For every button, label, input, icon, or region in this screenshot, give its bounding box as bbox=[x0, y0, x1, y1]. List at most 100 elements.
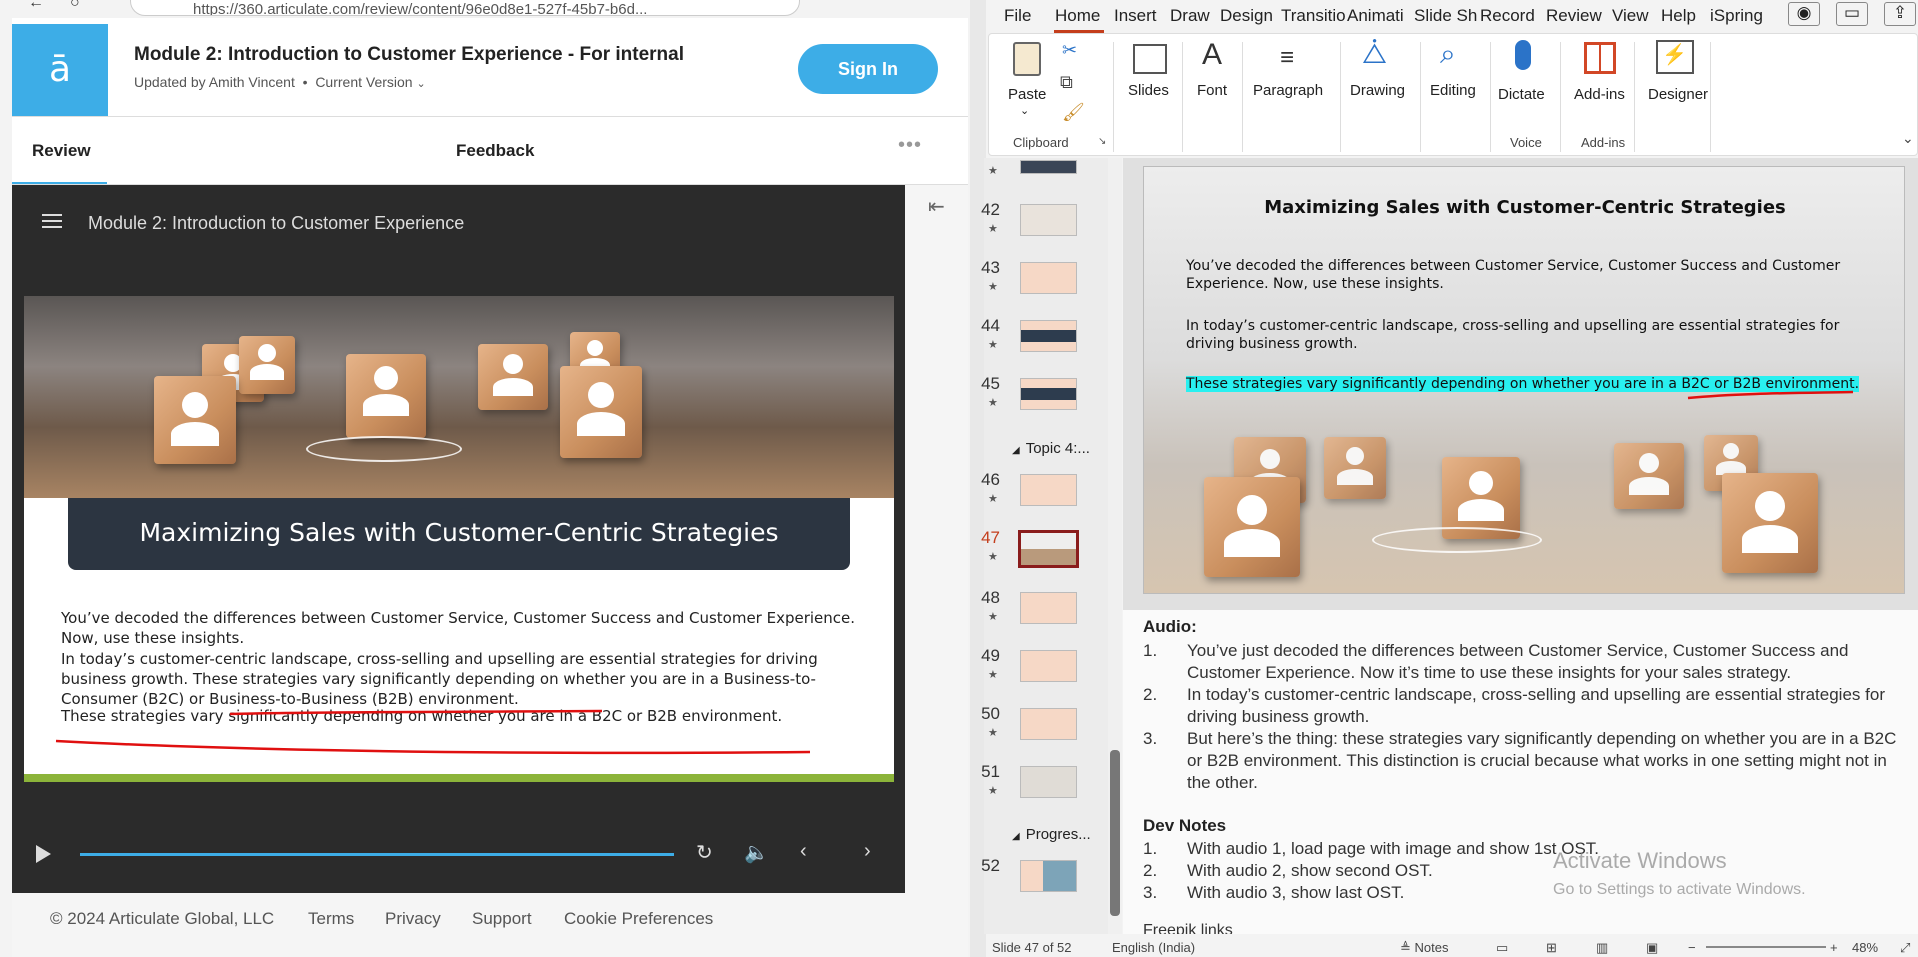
slide-thumbnail-52[interactable] bbox=[1020, 860, 1077, 892]
scrollbar-thumb[interactable] bbox=[1110, 750, 1120, 916]
microphone-icon[interactable] bbox=[1515, 40, 1531, 70]
menu-file[interactable]: File bbox=[1004, 6, 1031, 26]
menu-record[interactable]: Record bbox=[1480, 6, 1535, 26]
volume-icon[interactable]: 🔈 bbox=[744, 840, 769, 865]
slide-paragraph-1: You’ve decoded the differences between C… bbox=[61, 609, 856, 647]
menu-slide-show[interactable]: Slide Sh bbox=[1414, 6, 1477, 26]
editing-button[interactable]: Editing bbox=[1430, 82, 1476, 99]
reading-view-icon[interactable]: ▥ bbox=[1596, 940, 1608, 956]
slide-thumbnail-44[interactable] bbox=[1020, 320, 1077, 352]
more-menu-icon[interactable]: ••• bbox=[898, 134, 922, 157]
chevron-down-icon[interactable]: ⌄ bbox=[1020, 104, 1029, 117]
tab-review[interactable]: Review bbox=[32, 141, 91, 161]
collapse-ribbon-icon[interactable]: ⌄ bbox=[1902, 130, 1914, 147]
notes-toggle[interactable]: ≜ Notes bbox=[1400, 940, 1449, 956]
collapse-panel-icon[interactable]: ⇤ bbox=[928, 194, 945, 219]
slide-editor[interactable]: Maximizing Sales with Customer-Centric S… bbox=[1143, 166, 1905, 594]
collapse-section-icon[interactable]: ◢ bbox=[1012, 831, 1020, 842]
slide-thumbnail-46[interactable] bbox=[1020, 474, 1077, 506]
menu-help[interactable]: Help bbox=[1661, 6, 1696, 26]
menu-icon[interactable] bbox=[42, 214, 62, 228]
slide-title[interactable]: Maximizing Sales with Customer-Centric S… bbox=[1144, 197, 1904, 218]
dictate-button[interactable]: Dictate bbox=[1498, 86, 1545, 103]
slide-thumbnail-47[interactable] bbox=[1018, 530, 1079, 568]
font-button[interactable]: Font bbox=[1197, 82, 1227, 99]
zoom-out-icon[interactable]: − bbox=[1688, 940, 1696, 955]
refresh-icon[interactable]: ○ bbox=[70, 0, 80, 12]
drawing-button[interactable]: Drawing bbox=[1350, 82, 1405, 99]
progress-bar[interactable] bbox=[80, 853, 674, 856]
menu-view[interactable]: View bbox=[1612, 6, 1649, 26]
slide-paragraph-3[interactable]: These strategies vary significantly depe… bbox=[1186, 375, 1886, 393]
list-number: 2. bbox=[1143, 685, 1158, 704]
footer-link-cookie-preferences[interactable]: Cookie Preferences bbox=[564, 909, 713, 929]
addins-icon[interactable] bbox=[1584, 42, 1616, 74]
drawing-icon[interactable]: ⧊ bbox=[1362, 38, 1387, 71]
slide-number: 46 bbox=[981, 470, 1000, 489]
dialog-launcher-icon[interactable]: ↘ bbox=[1098, 136, 1106, 147]
play-icon[interactable] bbox=[36, 845, 51, 863]
slide-thumbnail-48[interactable] bbox=[1020, 592, 1077, 624]
menu-ispring[interactable]: iSpring bbox=[1710, 6, 1763, 26]
language[interactable]: English (India) bbox=[1112, 940, 1195, 955]
format-painter-icon[interactable]: 🖌 bbox=[1062, 102, 1085, 123]
slide-paragraph-2[interactable]: In today’s customer-centric landscape, c… bbox=[1186, 317, 1866, 353]
menu-insert[interactable]: Insert bbox=[1114, 6, 1157, 26]
slide-thumbnail-50[interactable] bbox=[1020, 708, 1077, 740]
zoom-level[interactable]: 48% bbox=[1852, 940, 1878, 955]
previous-icon[interactable]: ‹ bbox=[800, 840, 807, 863]
designer-icon[interactable]: ⚡ bbox=[1656, 40, 1694, 74]
slide-sorter-icon[interactable]: ⊞ bbox=[1546, 940, 1557, 956]
menu-design[interactable]: Design bbox=[1220, 6, 1273, 26]
addins-button[interactable]: Add-ins bbox=[1574, 86, 1625, 103]
cut-icon[interactable]: ✂ bbox=[1062, 40, 1077, 61]
menu-transitions[interactable]: Transitio bbox=[1281, 6, 1346, 26]
next-icon[interactable]: › bbox=[864, 840, 871, 863]
menu-review[interactable]: Review bbox=[1546, 6, 1602, 26]
menu-home[interactable]: Home bbox=[1055, 6, 1100, 26]
paragraph-icon[interactable]: ≡ bbox=[1280, 44, 1294, 72]
activate-windows-subtitle: Go to Settings to activate Windows. bbox=[1553, 881, 1806, 898]
version-dropdown[interactable]: Current Version ⌄ bbox=[315, 74, 425, 90]
slide-thumbnail-45[interactable] bbox=[1020, 378, 1077, 410]
paste-button[interactable]: Paste bbox=[1008, 86, 1046, 103]
fit-slide-icon[interactable]: ⤢ bbox=[1900, 940, 1910, 956]
comments-icon[interactable]: ▭ bbox=[1836, 2, 1868, 26]
slide-thumbnail[interactable] bbox=[1020, 160, 1077, 174]
animation-star-icon: ★ bbox=[988, 223, 998, 235]
font-icon[interactable]: A bbox=[1202, 38, 1222, 72]
footer-link-privacy[interactable]: Privacy bbox=[385, 909, 441, 929]
tab-feedback[interactable]: Feedback bbox=[456, 141, 534, 161]
address-bar[interactable]: https://360.articulate.com/review/conten… bbox=[130, 0, 800, 16]
slide-thumbnail-43[interactable] bbox=[1020, 262, 1077, 294]
menu-draw[interactable]: Draw bbox=[1170, 6, 1210, 26]
paragraph-button[interactable]: Paragraph bbox=[1253, 82, 1323, 99]
sign-in-button[interactable]: Sign In bbox=[798, 44, 938, 94]
normal-view-icon[interactable]: ▭ bbox=[1496, 940, 1508, 956]
back-icon[interactable]: ← bbox=[28, 0, 44, 12]
share-icon[interactable]: ⇪ bbox=[1884, 2, 1916, 26]
footer-link-terms[interactable]: Terms bbox=[308, 909, 354, 929]
record-icon[interactable]: ◉ bbox=[1788, 2, 1820, 26]
chevron-down-icon: ⌄ bbox=[416, 78, 426, 90]
slide-thumbnail-42[interactable] bbox=[1020, 204, 1077, 236]
slide-thumbnail-51[interactable] bbox=[1020, 766, 1077, 798]
copy-icon[interactable]: ⧉ bbox=[1060, 72, 1073, 93]
section-label[interactable]: ◢ Topic 4:... bbox=[1012, 440, 1090, 457]
paste-icon[interactable] bbox=[1013, 42, 1041, 76]
footer-link-support[interactable]: Support bbox=[472, 909, 532, 929]
collapse-section-icon[interactable]: ◢ bbox=[1012, 445, 1020, 456]
designer-button[interactable]: Designer bbox=[1648, 86, 1708, 103]
zoom-in-icon[interactable]: + bbox=[1830, 940, 1838, 955]
section-label[interactable]: ◢ Progres... bbox=[1012, 826, 1091, 843]
slide-thumbnail-49[interactable] bbox=[1020, 650, 1077, 682]
replay-icon[interactable]: ↻ bbox=[696, 840, 713, 865]
search-icon[interactable]: ⌕ bbox=[1440, 38, 1456, 71]
menu-animations[interactable]: Animati bbox=[1347, 6, 1404, 26]
zoom-slider[interactable] bbox=[1706, 946, 1826, 948]
new-slide-icon[interactable] bbox=[1133, 44, 1167, 74]
slide-paragraph-1[interactable]: You’ve decoded the differences between C… bbox=[1186, 257, 1866, 293]
slideshow-icon[interactable]: ▣ bbox=[1646, 940, 1658, 956]
slide-number: 45 bbox=[981, 374, 1000, 393]
slides-button[interactable]: Slides bbox=[1128, 82, 1169, 99]
